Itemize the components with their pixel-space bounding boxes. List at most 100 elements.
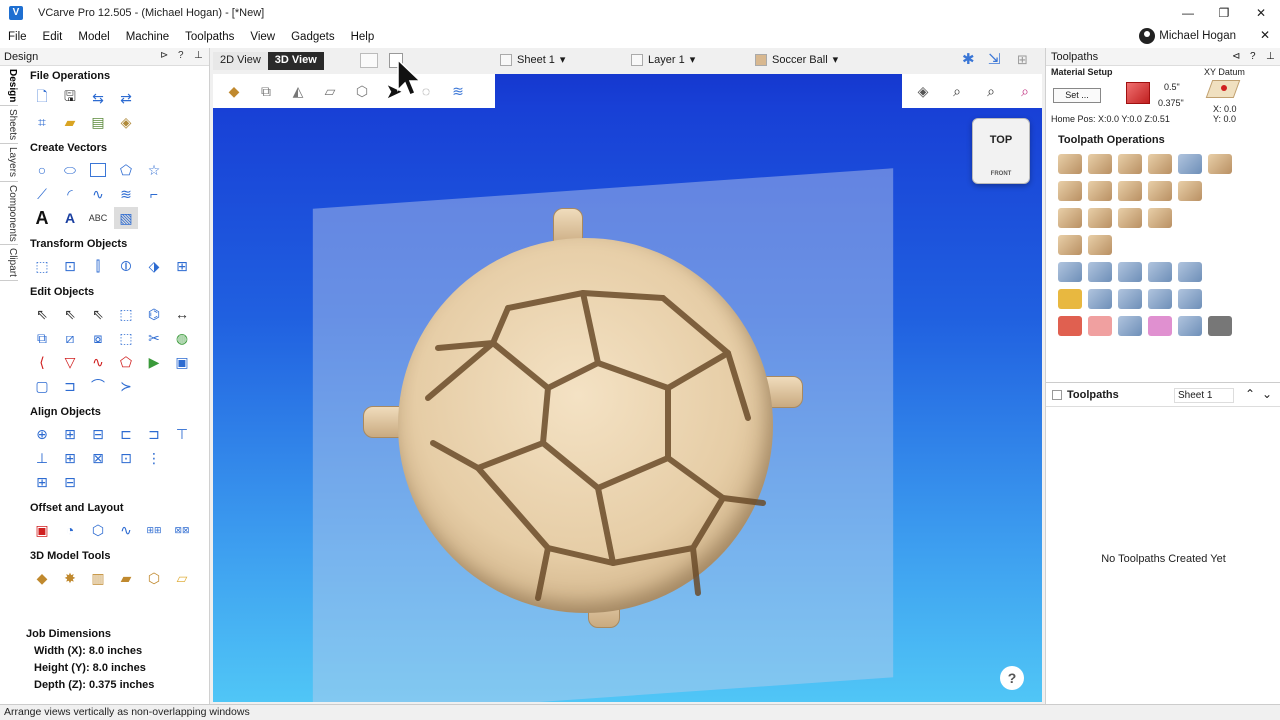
export-icon[interactable]: ⇄ — [114, 87, 138, 109]
help-icon[interactable]: ? — [1250, 51, 1256, 62]
layer-selector[interactable]: Layer 1 ▾ — [631, 53, 695, 66]
zoom-box-icon[interactable]: ⌕ — [980, 81, 1002, 101]
save-icon[interactable]: 🖫 — [58, 87, 82, 109]
scale-icon[interactable]: ⊞ — [170, 255, 194, 277]
menu-edit[interactable]: Edit — [35, 31, 71, 43]
toolpath-summary-icon[interactable] — [1118, 316, 1142, 336]
save-toolpath-icon[interactable] — [1058, 316, 1082, 336]
profile-toolpath-icon[interactable] — [1058, 154, 1082, 174]
measure-icon[interactable]: ⌬ — [142, 303, 166, 325]
close-button[interactable]: ✕ — [1243, 0, 1279, 26]
flat-model-icon[interactable]: ▰ — [114, 567, 138, 589]
3d-finishing-icon[interactable] — [1178, 154, 1202, 174]
slice-icon[interactable]: ▱ — [170, 567, 194, 589]
toolpath-list-icon[interactable] — [1118, 289, 1142, 309]
toolpath-display-icon[interactable]: ≋ — [447, 81, 469, 101]
zoom-window-icon[interactable]: ⌕ — [1014, 81, 1036, 101]
extend-icon[interactable]: ⟨ — [30, 351, 54, 373]
doc-close-icon[interactable]: ✕ — [1260, 28, 1270, 42]
shape-edit-icon[interactable]: ✸ — [58, 567, 82, 589]
new-file-icon[interactable]: 🗋 — [30, 87, 54, 109]
pushpin-icon[interactable]: ⊥ — [194, 50, 203, 61]
preview-toolpath-icon[interactable] — [1088, 262, 1112, 282]
prism-icon[interactable] — [1148, 181, 1172, 201]
align-center-page-icon[interactable]: ⊞ — [58, 423, 82, 445]
vcarve-icon[interactable] — [1058, 181, 1082, 201]
pin-panel-icon[interactable]: ⊳ — [160, 50, 168, 61]
transform-select-icon[interactable]: ⇖ — [86, 303, 110, 325]
chevron-down-icon[interactable]: ⌄ — [1262, 387, 1272, 401]
maximize-button[interactable]: ❐ — [1206, 0, 1242, 26]
tile-horizontal-icon[interactable] — [360, 53, 378, 68]
align-bottom-icon[interactable]: ⊥ — [30, 447, 54, 469]
2d-finishing-icon[interactable] — [1148, 208, 1172, 228]
tab-clipart[interactable]: Clipart — [0, 245, 18, 282]
toolpaths-checkbox[interactable] — [1052, 389, 1062, 400]
iso-view-icon[interactable]: ◈ — [912, 81, 934, 101]
fillet-icon[interactable]: ⌐ — [142, 183, 166, 205]
fillet-offset-icon[interactable]: ◔ — [58, 519, 82, 541]
3d-viewport[interactable]: TOP FRONT ? — [213, 108, 1042, 702]
align-center-icon[interactable]: ⊕ — [30, 423, 54, 445]
space-h-icon[interactable]: ⊠ — [86, 447, 110, 469]
sheet-dropdown[interactable]: Sheet 1 — [1174, 388, 1234, 403]
moulding-icon[interactable] — [1058, 208, 1082, 228]
zoom-extents-icon[interactable]: ⌕ — [946, 81, 968, 101]
subtract-icon[interactable]: ⧄ — [58, 327, 82, 349]
rectangle-icon[interactable] — [86, 159, 110, 181]
curve-icon[interactable]: ∿ — [86, 183, 110, 205]
component-selector[interactable]: Soccer Ball ▾ — [755, 53, 838, 66]
move-icon[interactable]: ⬚ — [30, 255, 54, 277]
user-account[interactable]: Michael Hogan — [1139, 28, 1236, 44]
tab-design[interactable]: Design — [0, 66, 18, 107]
convert-icon[interactable]: ▶ — [142, 351, 166, 373]
arc-icon[interactable]: ◜ — [58, 183, 82, 205]
rounded-rect-icon[interactable]: ▢ — [30, 375, 54, 397]
3d-roughing-icon[interactable] — [1148, 154, 1172, 174]
pocket-toolpath-icon[interactable] — [1088, 154, 1112, 174]
polyline-icon[interactable]: ⟋ — [30, 183, 54, 205]
tab-sheets[interactable]: Sheets — [0, 106, 18, 145]
material-set-button[interactable]: Set ... — [1053, 88, 1101, 103]
interactive-select-icon[interactable]: ⬚ — [114, 303, 138, 325]
minimize-button[interactable]: — — [1170, 0, 1206, 26]
tab-layers[interactable]: Layers — [0, 144, 18, 182]
arc-shape-icon[interactable]: ⌒ — [86, 375, 110, 397]
auto-text-icon[interactable]: A — [58, 207, 82, 229]
grid-icon[interactable]: ⊞⊞ — [142, 519, 166, 541]
text-icon[interactable]: A — [30, 207, 54, 229]
help-icon[interactable]: ? — [178, 50, 184, 61]
merge-visible-icon[interactable] — [1178, 289, 1202, 309]
curve-fit-icon[interactable]: ∿ — [86, 351, 110, 373]
chamfer-icon[interactable] — [1208, 154, 1232, 174]
inlay-icon[interactable] — [1088, 181, 1112, 201]
edit-toolpath-icon[interactable] — [1058, 262, 1082, 282]
center-in-icon[interactable]: ⊞ — [30, 471, 54, 493]
merge-toolpath-icon[interactable] — [1178, 262, 1202, 282]
chevron-shape-icon[interactable]: ≻ — [114, 375, 138, 397]
circle-icon[interactable]: ○ — [30, 159, 54, 181]
offset-edit-icon[interactable]: ⬠ — [114, 351, 138, 373]
quick-engrave-icon[interactable] — [1088, 208, 1112, 228]
tab-3d-view[interactable]: 3D View — [267, 52, 324, 70]
delete-toolpath-icon[interactable] — [1148, 262, 1172, 282]
distribute-icon[interactable]: ⋮ — [142, 447, 166, 469]
label-icon[interactable]: ⊠⊠ — [170, 519, 194, 541]
trim-icon[interactable]: ⬚ — [114, 327, 138, 349]
model-import-icon[interactable]: ⬡ — [142, 567, 166, 589]
import-bitmap-icon[interactable]: ▤ — [86, 111, 110, 133]
node-edit-icon[interactable]: ⇖ — [58, 303, 82, 325]
render-shaded-icon[interactable]: ◆ — [223, 81, 245, 101]
view-cube[interactable]: TOP FRONT — [972, 118, 1030, 184]
rotate-icon[interactable]: ⫿ — [86, 255, 110, 277]
tab-components[interactable]: Components — [0, 182, 18, 246]
mirror-icon[interactable]: ⦷ — [114, 255, 138, 277]
menu-model[interactable]: Model — [70, 31, 117, 43]
text-on-curve-icon[interactable]: ABC — [86, 207, 110, 229]
crop-icon[interactable]: ⌗ — [30, 111, 54, 133]
align-v-center-icon[interactable]: ⊞ — [58, 447, 82, 469]
align-right-icon[interactable]: ⊐ — [142, 423, 166, 445]
chevron-up-icon[interactable]: ⌃ — [1245, 387, 1255, 401]
material-block-icon[interactable] — [1126, 82, 1150, 104]
tab-2d-view[interactable]: 2D View — [213, 52, 268, 70]
